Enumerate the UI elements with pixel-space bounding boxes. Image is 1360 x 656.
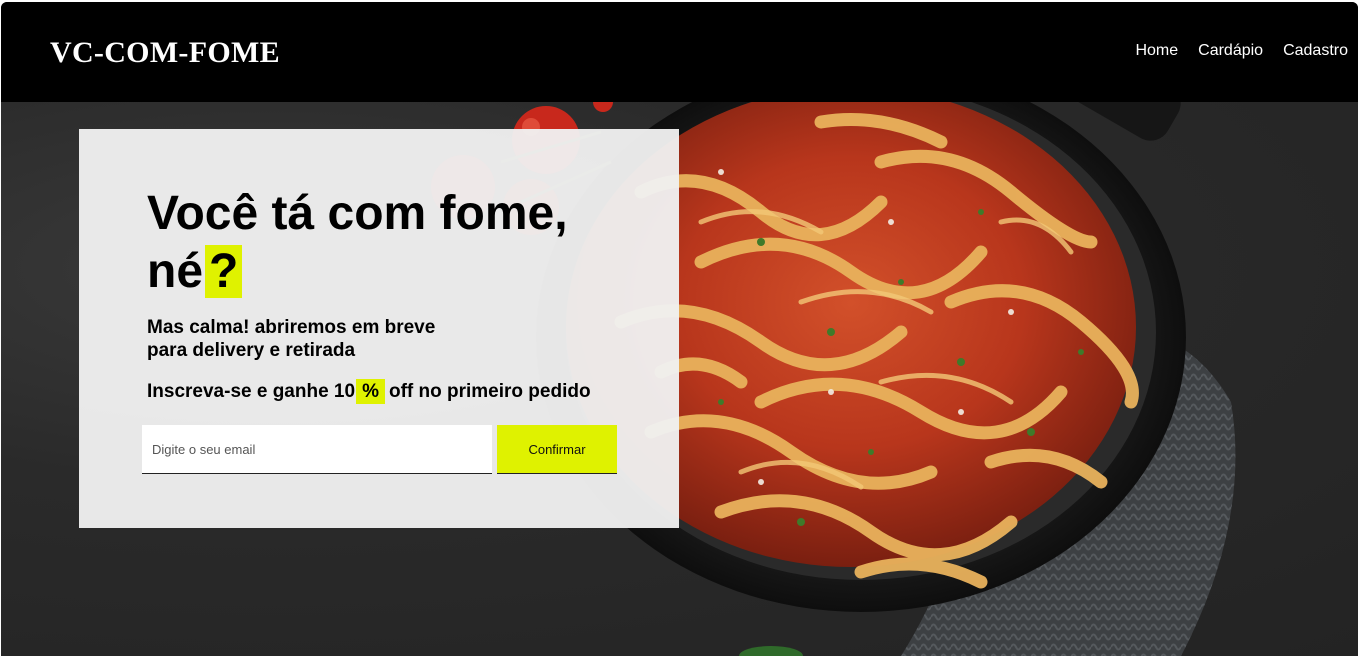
- confirm-button[interactable]: Confirmar: [497, 425, 617, 474]
- nav-cardapio[interactable]: Cardápio: [1198, 42, 1263, 60]
- offer-percent-mark: %: [356, 379, 385, 404]
- main-nav: Home Cardápio Cadastro: [1135, 42, 1348, 60]
- site-logo[interactable]: VC-COM-FOME: [50, 36, 280, 70]
- offer-suffix: off no primeiro pedido: [388, 381, 591, 402]
- subtext-line1: Mas calma! abriremos em breve: [147, 317, 436, 338]
- app-window: VC-COM-FOME Home Cardápio Cadastro Você …: [1, 2, 1358, 656]
- hero-headline: Você tá com fome, né?: [147, 185, 627, 301]
- subtext-line2: para delivery e retirada: [147, 340, 356, 361]
- hero-subtext: Mas calma! abriremos em breve para deliv…: [147, 316, 487, 362]
- email-input[interactable]: [142, 425, 492, 474]
- offer-prefix: Inscreva-se e ganhe 10: [147, 381, 356, 402]
- offer-text: Inscreva-se e ganhe 10% off no primeiro p…: [147, 377, 667, 407]
- site-header: VC-COM-FOME Home Cardápio Cadastro: [1, 2, 1358, 102]
- headline-question-mark: ?: [205, 245, 243, 298]
- headline-line1: Você tá com fome,: [147, 187, 568, 240]
- nav-home[interactable]: Home: [1135, 42, 1178, 60]
- signup-card: Você tá com fome, né? Mas calma! abrirem…: [79, 129, 679, 528]
- headline-word: né: [147, 245, 204, 298]
- nav-cadastro[interactable]: Cadastro: [1283, 42, 1348, 60]
